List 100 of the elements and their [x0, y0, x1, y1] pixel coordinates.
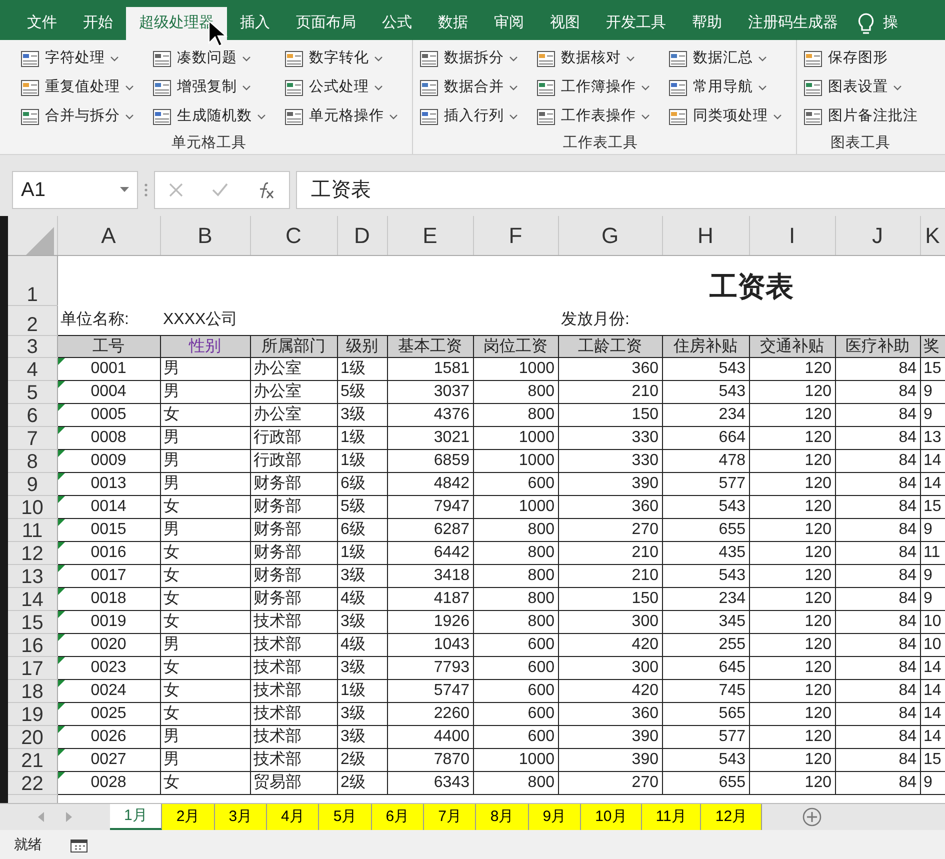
ribbon-command[interactable]: 同类项处理 — [666, 102, 784, 131]
sheet-tab[interactable]: 1月 — [110, 804, 162, 830]
table-cell: 3037 — [387, 380, 473, 403]
ribbon-command[interactable]: 字符处理 — [18, 44, 136, 73]
row-header[interactable]: 22 — [8, 771, 57, 794]
column-header[interactable]: H — [662, 216, 749, 255]
caret-icon — [110, 56, 119, 62]
column-header[interactable]: G — [558, 216, 662, 255]
row-header[interactable]: 11 — [8, 518, 57, 541]
row-header[interactable]: 6 — [8, 403, 57, 426]
add-sheet-icon[interactable] — [802, 807, 822, 827]
table-cell: 办公室 — [250, 403, 337, 426]
sheet-tab[interactable]: 8月 — [476, 804, 529, 830]
table-cell: 6442 — [387, 541, 473, 564]
table-cell: 技术部 — [250, 702, 337, 725]
table-cell: 1级 — [337, 679, 387, 702]
row-header[interactable]: 3 — [8, 335, 57, 357]
row-header[interactable]: 5 — [8, 380, 57, 403]
ribbon-tab[interactable]: 页面布局 — [283, 7, 369, 40]
ribbon-tab[interactable]: 帮助 — [679, 7, 735, 40]
sheet-tab[interactable]: 5月 — [319, 804, 372, 830]
column-header[interactable]: I — [749, 216, 835, 255]
table-icon — [20, 106, 40, 126]
row-header[interactable]: 14 — [8, 587, 57, 610]
row-header[interactable]: 4 — [8, 357, 57, 380]
ribbon-tab[interactable]: 插入 — [227, 7, 283, 40]
sheet-tab[interactable]: 7月 — [424, 804, 476, 830]
row-header[interactable]: 15 — [8, 610, 57, 633]
table-cell: 女 — [160, 587, 250, 610]
ribbon-command[interactable]: 生成随机数 — [150, 102, 268, 131]
row-header[interactable]: 18 — [8, 679, 57, 702]
row-header[interactable]: 1 — [8, 255, 57, 305]
ribbon-command[interactable]: 常用导航 — [666, 73, 784, 102]
row-header[interactable]: 2 — [8, 305, 57, 335]
ribbon-tab[interactable]: 注册码生成器 — [735, 7, 851, 40]
sheet-tab[interactable]: 11月 — [642, 804, 702, 830]
ribbon-command[interactable]: 数据拆分 — [417, 44, 520, 73]
ribbon-command[interactable]: 合并与拆分 — [18, 102, 136, 131]
ribbon-command[interactable]: 工作簿操作 — [534, 73, 652, 102]
row-header[interactable]: 9 — [8, 472, 57, 495]
column-header[interactable]: F — [473, 216, 558, 255]
ribbon-command[interactable]: 重复值处理 — [18, 73, 136, 102]
row-header[interactable]: 17 — [8, 656, 57, 679]
column-header[interactable]: J — [835, 216, 920, 255]
sheet-tab[interactable]: 12月 — [701, 804, 762, 830]
table-cell: 600 — [473, 679, 558, 702]
ribbon-command[interactable]: 数据核对 — [534, 44, 652, 73]
table-cell: 120 — [749, 679, 835, 702]
table-cell: 5747 — [387, 679, 473, 702]
name-box[interactable]: A1 — [12, 171, 138, 209]
table-cell: 1000 — [473, 426, 558, 449]
sheet-tab[interactable]: 4月 — [267, 804, 320, 830]
row-header[interactable]: 12 — [8, 541, 57, 564]
ribbon-tab[interactable]: 数据 — [425, 7, 481, 40]
row-header[interactable]: 19 — [8, 702, 57, 725]
cell-text: 0028 — [90, 774, 126, 791]
ribbon-tab[interactable]: 审阅 — [481, 7, 537, 40]
table-cell: 120 — [749, 449, 835, 472]
column-header[interactable]: D — [337, 216, 387, 255]
sheet-tab[interactable]: 3月 — [214, 804, 268, 830]
row-header[interactable]: 20 — [8, 725, 57, 748]
ribbon-command[interactable]: 插入行列 — [417, 102, 520, 131]
ribbon-command[interactable]: 数据合并 — [417, 73, 520, 102]
ribbon-command[interactable]: 凑数问题 — [150, 44, 268, 73]
ribbon-tab[interactable]: 文件 — [14, 7, 70, 40]
ribbon-command[interactable]: 保存图形 — [801, 44, 920, 73]
ribbon-tab[interactable]: 视图 — [537, 7, 593, 40]
ribbon-command[interactable]: 数字转化 — [282, 44, 400, 73]
row-header[interactable]: 13 — [8, 564, 57, 587]
formula-field[interactable]: 工资表 — [296, 171, 945, 209]
row-header[interactable]: 10 — [8, 495, 57, 518]
sheet-tab[interactable]: 6月 — [372, 804, 424, 830]
row-header[interactable]: 16 — [8, 633, 57, 656]
row-header[interactable]: 21 — [8, 748, 57, 771]
column-header[interactable]: E — [387, 216, 473, 255]
ribbon-command[interactable]: 公式处理 — [282, 73, 400, 102]
table-cell: 4376 — [387, 403, 473, 426]
row-header[interactable]: 7 — [8, 426, 57, 449]
sheet-tab[interactable]: 2月 — [162, 804, 215, 830]
ribbon-command[interactable]: 数据汇总 — [666, 44, 784, 73]
column-header[interactable]: A — [57, 216, 160, 255]
ribbon-command[interactable]: 图片备注批注 — [801, 102, 920, 131]
table-cell: 300 — [558, 610, 662, 633]
ribbon-command[interactable]: 单元格操作 — [282, 102, 400, 131]
row-header[interactable]: 8 — [8, 449, 57, 472]
column-header[interactable]: B — [160, 216, 250, 255]
column-header[interactable]: K — [920, 216, 945, 255]
column-header[interactable]: C — [250, 216, 337, 255]
ribbon-command[interactable]: 图表设置 — [801, 73, 920, 102]
ribbon-tab[interactable]: 公式 — [369, 7, 425, 40]
grip-icon — [144, 183, 148, 197]
table-cell: 800 — [473, 518, 558, 541]
ribbon-command[interactable]: 工作表操作 — [534, 102, 652, 131]
sheet-tab[interactable]: 10月 — [581, 804, 642, 830]
ribbon-tab[interactable]: 开始 — [70, 7, 126, 40]
ribbon-tab[interactable]: 开发工具 — [593, 7, 679, 40]
sheet-tab[interactable]: 9月 — [528, 804, 582, 830]
tell-me-search[interactable]: 操 — [883, 12, 898, 35]
ribbon-command[interactable]: 增强复制 — [150, 73, 268, 102]
cell-text: 0005 — [90, 406, 126, 423]
